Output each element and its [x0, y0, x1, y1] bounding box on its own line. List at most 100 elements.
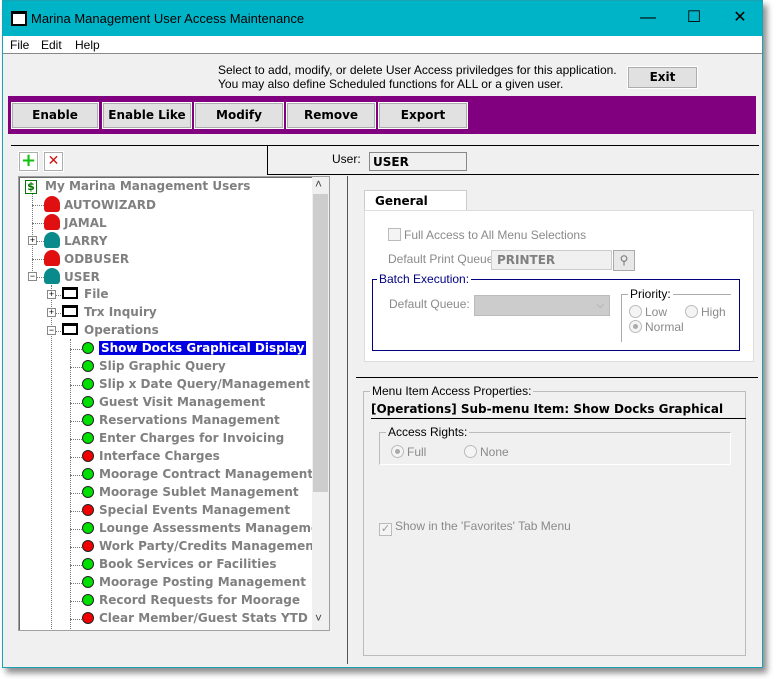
remove-button[interactable]: Remove: [286, 102, 376, 129]
access-rights-group: Access Rights: Full None: [379, 425, 731, 465]
folder-icon: [62, 305, 78, 317]
menu-file[interactable]: File: [10, 38, 29, 52]
status-green-icon: [82, 342, 94, 354]
default-queue-select[interactable]: ⌵: [474, 295, 610, 316]
user-field: USER: [369, 152, 467, 171]
status-green-icon: [82, 432, 94, 444]
tree-menu-item[interactable]: Record Requests for Moorage: [82, 592, 300, 610]
window-title: Marina Management User Access Maintenanc…: [31, 11, 305, 26]
title-bar: Marina Management User Access Maintenanc…: [3, 1, 762, 36]
scroll-up-icon[interactable]: ˄: [315, 177, 322, 191]
status-green-icon: [82, 396, 94, 408]
tree-menu-item[interactable]: Work Party/Credits Management: [82, 538, 320, 556]
tree-user[interactable]: JAMAL: [44, 214, 107, 232]
tree-menu-item[interactable]: Book Services or Facilities: [82, 556, 277, 574]
user-tree[interactable]: $ My Marina Management Users AUTOWIZARD JAM…: [18, 176, 330, 631]
scroll-down-icon[interactable]: ˅: [315, 611, 322, 625]
delete-icon[interactable]: ✕: [43, 151, 64, 172]
batch-execution-group: Batch Execution: Default Queue: ⌵ Priori…: [372, 272, 740, 351]
export-button[interactable]: Export: [378, 102, 468, 129]
enable-button[interactable]: Enable: [11, 102, 99, 129]
tree-menu-item[interactable]: Lounge Assessments Management: [82, 520, 329, 538]
tree-menu-item[interactable]: Moorage Contract Management: [82, 466, 313, 484]
status-red-icon: [82, 612, 94, 624]
enable-like-button[interactable]: Enable Like: [102, 102, 192, 129]
tree-menu-item[interactable]: Slip Graphic Query: [82, 358, 226, 376]
tree-menu-item[interactable]: Enter Charges for Invoicing: [82, 430, 284, 448]
minimize-button[interactable]: —: [633, 7, 663, 29]
menu-help[interactable]: Help: [75, 38, 100, 52]
add-icon[interactable]: +: [18, 151, 39, 172]
tab-general-access[interactable]: General Access: [364, 190, 467, 222]
full-access-label: Full Access to All Menu Selections: [404, 228, 587, 242]
tree-user[interactable]: USER: [44, 268, 100, 286]
folder-icon: [62, 323, 78, 335]
user-icon: [44, 196, 60, 212]
tree-menu-item[interactable]: Interface Charges: [82, 448, 220, 466]
tree-menu-item[interactable]: Moorage Posting Management: [82, 574, 306, 592]
priority-normal-radio[interactable]: Normal: [629, 320, 684, 334]
status-green-icon: [82, 576, 94, 588]
tree-root[interactable]: $ My Marina Management Users: [25, 178, 250, 196]
tree-menu-item[interactable]: Moorage Sublet Management: [82, 484, 299, 502]
app-window: Marina Management User Access Maintenanc…: [2, 0, 763, 668]
status-green-icon: [82, 468, 94, 480]
exit-button[interactable]: Exit: [627, 66, 698, 89]
tree-menu-item[interactable]: Guest Visit Management: [82, 394, 265, 412]
status-green-icon: [82, 486, 94, 498]
tree-menu-item[interactable]: Clear Member/Guest Stats YTD: [82, 610, 308, 628]
tree-menu[interactable]: Trx Inquiry: [62, 304, 157, 322]
priority-high-radio[interactable]: High: [685, 305, 726, 319]
favorites-checkbox[interactable]: ✓ Show in the 'Favorites' Tab Menu: [379, 519, 571, 536]
expand-toggle[interactable]: +: [47, 308, 56, 317]
access-full-radio[interactable]: Full: [391, 445, 426, 459]
tree-menu-item[interactable]: Special Events Management: [82, 502, 290, 520]
status-green-icon: [82, 558, 94, 570]
properties-heading: [Operations] Sub-menu Item: Show Docks G…: [371, 402, 746, 419]
user-icon: [44, 250, 60, 266]
expand-toggle[interactable]: +: [28, 236, 37, 245]
expand-toggle[interactable]: +: [47, 290, 56, 299]
status-green-icon: [82, 414, 94, 426]
panel-divider: [347, 176, 348, 664]
full-access-checkbox[interactable]: Full Access to All Menu Selections: [388, 228, 586, 242]
divider: [11, 145, 759, 146]
divider: [267, 174, 759, 175]
user-icon: [44, 214, 60, 230]
dollar-icon: $: [25, 180, 37, 194]
scroll-thumb[interactable]: [313, 194, 328, 492]
tree-menu[interactable]: Operations: [62, 322, 159, 340]
modify-button[interactable]: Modify: [194, 102, 284, 129]
binoculars-icon[interactable]: ⚲: [613, 250, 635, 271]
tree-scrollbar[interactable]: ˄ ˅: [312, 177, 329, 630]
toolbar: Enable Enable Like Modify Remove Export: [8, 96, 756, 134]
user-label: User:: [332, 152, 361, 166]
priority-group: Priority: Low High Normal: [621, 287, 731, 342]
divider: [267, 145, 268, 174]
menu-edit[interactable]: Edit: [41, 38, 62, 52]
default-queue-label: Default Queue:: [389, 297, 470, 311]
status-green-icon: [82, 594, 94, 606]
tree-menu-item[interactable]: Reservations Management: [82, 412, 280, 430]
maximize-button[interactable]: ☐: [679, 7, 709, 29]
tree-user[interactable]: AUTOWIZARD: [44, 196, 156, 214]
checkbox-icon: [388, 228, 401, 241]
general-access-panel: Full Access to All Menu Selections Defau…: [364, 210, 754, 362]
properties-legend: Menu Item Access Properties:: [370, 384, 534, 398]
access-none-radio[interactable]: None: [464, 445, 509, 459]
tree-menu-item[interactable]: Slip x Date Query/Management: [82, 376, 310, 394]
status-red-icon: [82, 540, 94, 552]
tree-menu[interactable]: File: [62, 286, 109, 304]
expand-toggle[interactable]: −: [47, 326, 56, 335]
expand-toggle[interactable]: −: [28, 272, 37, 281]
priority-low-radio[interactable]: Low: [629, 305, 667, 319]
tree-user[interactable]: ODBUSER: [44, 250, 129, 268]
tree-menu-item[interactable]: Show Docks Graphical Display: [82, 340, 307, 358]
batch-execution-legend: Batch Execution:: [377, 272, 472, 286]
tree-user[interactable]: LARRY: [44, 232, 107, 250]
priority-legend: Priority:: [628, 287, 673, 301]
close-button[interactable]: ✕: [725, 7, 755, 29]
divider: [356, 377, 758, 378]
status-red-icon: [82, 450, 94, 462]
print-queue-field[interactable]: PRINTER: [491, 250, 612, 270]
